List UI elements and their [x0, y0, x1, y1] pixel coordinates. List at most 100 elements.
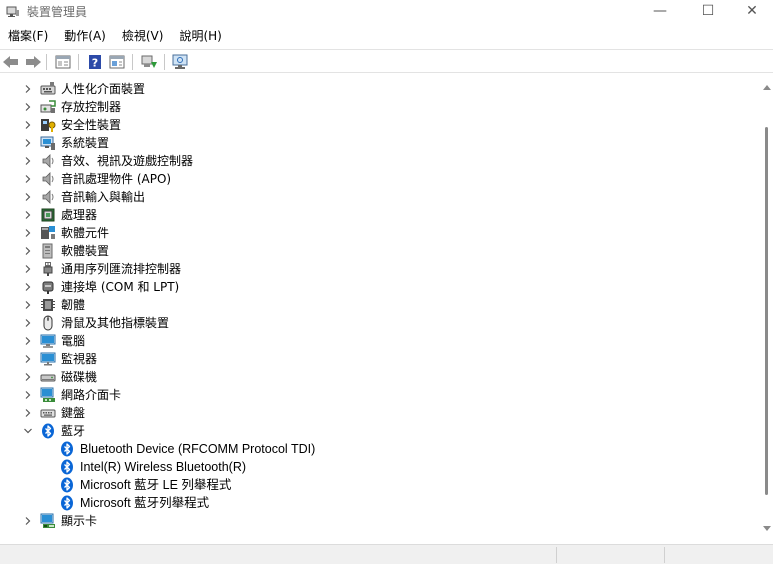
- help-button[interactable]: ?: [85, 52, 105, 72]
- tree-category-label: 軟體元件: [61, 226, 110, 240]
- storage-controller-icon: [40, 99, 56, 115]
- chevron-right-icon[interactable]: [23, 102, 33, 112]
- chevron-down-icon[interactable]: [23, 426, 33, 436]
- chevron-right-icon[interactable]: [23, 84, 33, 94]
- keyboard-icon: [40, 405, 56, 421]
- tree-device-row[interactable]: Bluetooth Device (RFCOMM Protocol TDI): [0, 440, 760, 458]
- menu-file[interactable]: 檔案(F): [0, 26, 56, 46]
- view-button[interactable]: [107, 52, 127, 72]
- maximize-button[interactable]: ☐: [684, 0, 732, 22]
- software-device-icon: [40, 243, 56, 259]
- tree-category-label: 軟體裝置: [61, 244, 110, 258]
- scroll-up-arrow-icon[interactable]: [763, 85, 771, 90]
- scan-hardware-button[interactable]: [170, 52, 190, 72]
- tree-device-row[interactable]: Intel(R) Wireless Bluetooth(R): [0, 458, 760, 476]
- tree-device-row[interactable]: Microsoft 藍牙 LE 列舉程式: [0, 476, 760, 494]
- tree-category-row[interactable]: 網路介面卡: [0, 386, 760, 404]
- chevron-right-icon[interactable]: [23, 336, 33, 346]
- chevron-right-icon[interactable]: [23, 354, 33, 364]
- menu-help[interactable]: 說明(H): [171, 26, 229, 46]
- tree-category-row[interactable]: 音訊處理物件 (APO): [0, 170, 760, 188]
- view-icon: [109, 55, 125, 69]
- menu-view[interactable]: 檢視(V): [114, 26, 172, 46]
- tree-category-row[interactable]: 通用序列匯流排控制器: [0, 260, 760, 278]
- tree-device-label: Microsoft 藍牙列舉程式: [80, 496, 210, 510]
- tree-category-row[interactable]: 人性化介面裝置: [0, 80, 760, 98]
- toolbar: ?: [0, 49, 773, 73]
- tree-category-label: 網路介面卡: [61, 388, 122, 402]
- tree-category-row[interactable]: 軟體裝置: [0, 242, 760, 260]
- chevron-right-icon[interactable]: [23, 120, 33, 130]
- back-button[interactable]: [1, 52, 21, 72]
- chevron-right-icon[interactable]: [23, 516, 33, 526]
- network-adapter-icon: [40, 387, 56, 403]
- menu-bar: 檔案(F) 動作(A) 檢視(V) 說明(H): [0, 26, 230, 46]
- monitor-icon: [40, 351, 56, 367]
- chevron-right-icon[interactable]: [23, 192, 33, 202]
- hid-icon: [40, 81, 56, 97]
- update-driver-button[interactable]: [139, 52, 159, 72]
- tree-category-row[interactable]: 鍵盤: [0, 404, 760, 422]
- svg-text:?: ?: [92, 57, 98, 70]
- chevron-right-icon[interactable]: [23, 156, 33, 166]
- tree-category-label: 人性化介面裝置: [61, 82, 146, 96]
- bluetooth-icon: [59, 477, 75, 493]
- tree-category-row[interactable]: 安全性裝置: [0, 116, 760, 134]
- chevron-right-icon[interactable]: [23, 228, 33, 238]
- vertical-scrollbar[interactable]: [760, 79, 773, 541]
- tree-category-label: 滑鼠及其他指標裝置: [61, 316, 170, 330]
- bluetooth-icon: [59, 495, 75, 511]
- tree-category-label: 顯示卡: [61, 514, 98, 528]
- tree-category-row[interactable]: 存放控制器: [0, 98, 760, 116]
- tree-category-label: 系統裝置: [61, 136, 110, 150]
- tree-category-row[interactable]: 磁碟機: [0, 368, 760, 386]
- mouse-icon: [40, 315, 56, 331]
- tree-category-row[interactable]: 系統裝置: [0, 134, 760, 152]
- bluetooth-icon: [40, 423, 56, 439]
- chevron-right-icon[interactable]: [23, 318, 33, 328]
- tree-category-row[interactable]: 藍牙: [0, 422, 760, 440]
- status-segment: [556, 547, 557, 563]
- scroll-thumb[interactable]: [765, 127, 768, 495]
- chevron-right-icon[interactable]: [23, 264, 33, 274]
- disk-drive-icon: [40, 369, 56, 385]
- chevron-right-icon[interactable]: [23, 174, 33, 184]
- tree-device-label: Intel(R) Wireless Bluetooth(R): [80, 460, 247, 474]
- tree-category-row[interactable]: 顯示卡: [0, 512, 760, 530]
- speaker-icon: [40, 153, 56, 169]
- chevron-right-icon[interactable]: [23, 246, 33, 256]
- toolbar-separator: [46, 54, 47, 70]
- tree-category-label: 處理器: [61, 208, 98, 222]
- tree-category-row[interactable]: 韌體: [0, 296, 760, 314]
- tree-category-row[interactable]: 連接埠 (COM 和 LPT): [0, 278, 760, 296]
- chevron-right-icon[interactable]: [23, 210, 33, 220]
- chevron-right-icon[interactable]: [23, 372, 33, 382]
- tree-category-row[interactable]: 軟體元件: [0, 224, 760, 242]
- chevron-right-icon[interactable]: [23, 408, 33, 418]
- system-device-icon: [40, 135, 56, 151]
- chevron-right-icon[interactable]: [23, 300, 33, 310]
- tree-device-row[interactable]: Microsoft 藍牙列舉程式: [0, 494, 760, 512]
- forward-button[interactable]: [23, 52, 43, 72]
- tree-category-row[interactable]: 電腦: [0, 332, 760, 350]
- tree-category-label: 磁碟機: [61, 370, 98, 384]
- properties-button[interactable]: [53, 52, 73, 72]
- device-tree: 人性化介面裝置 存放控制器安全性裝置系統裝置音效、視訊及遊戲控制器 音訊處理物件 (…: [0, 79, 760, 541]
- status-segment: [664, 547, 665, 563]
- speaker-icon: [40, 189, 56, 205]
- chevron-right-icon[interactable]: [23, 390, 33, 400]
- chevron-right-icon[interactable]: [23, 138, 33, 148]
- tree-category-row[interactable]: 音效、視訊及遊戲控制器: [0, 152, 760, 170]
- minimize-button[interactable]: —: [636, 0, 684, 22]
- processor-icon: [40, 207, 56, 223]
- chevron-right-icon[interactable]: [23, 282, 33, 292]
- tree-category-row[interactable]: 音訊輸入與輸出: [0, 188, 760, 206]
- tree-category-row[interactable]: 滑鼠及其他指標裝置: [0, 314, 760, 332]
- menu-action[interactable]: 動作(A): [56, 26, 114, 46]
- usb-icon: [40, 261, 56, 277]
- scroll-down-arrow-icon[interactable]: [763, 526, 771, 531]
- tree-category-row[interactable]: 監視器: [0, 350, 760, 368]
- tree-category-label: 存放控制器: [61, 100, 122, 114]
- tree-category-row[interactable]: 處理器: [0, 206, 760, 224]
- close-button[interactable]: ✕: [728, 0, 773, 22]
